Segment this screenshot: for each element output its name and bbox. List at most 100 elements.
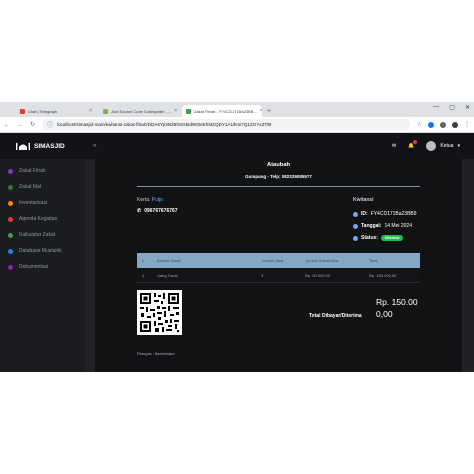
close-tab-icon[interactable]: × — [260, 108, 262, 114]
mail-icon[interactable]: ✉ — [392, 143, 396, 149]
zakat-fitrah-icon — [8, 168, 13, 174]
table-row: 1 Uang Tunai 3 Rp. 50.000,00 Rp. 150.000… — [137, 268, 420, 283]
back-icon[interactable]: ← — [4, 122, 10, 128]
table-cell: Rp. 50.000,00 — [305, 272, 331, 278]
donor-name: Puijo — [151, 197, 163, 203]
favicon-icon — [186, 108, 191, 114]
receipt-id-row: ID: FY4CD171Ba23BB9 — [353, 208, 417, 220]
close-tab-icon[interactable]: × — [89, 108, 92, 114]
column-header: Total — [369, 258, 378, 263]
organization-name: Ataubah — [266, 162, 291, 168]
column-header: Bentuk Zakat — [157, 258, 181, 263]
bookmark-star-icon[interactable]: ☆ — [417, 121, 422, 128]
user-menu[interactable]: Ketua ▾ — [426, 141, 460, 151]
tab-strip: Chat | Telegraph × Jual Source Code Code… — [0, 102, 474, 117]
donor-line: Kerta: Puijo — [137, 197, 163, 203]
column-header: # — [142, 258, 145, 263]
bullet-icon — [353, 223, 358, 229]
sidebar-item-mustahik[interactable]: Database Mustahik — [0, 243, 85, 259]
chevron-down-icon: ▾ — [457, 143, 460, 149]
sidebar-item-dokumentasi[interactable]: Dokumentasi — [0, 259, 85, 275]
calendar-icon — [8, 216, 13, 222]
sidebar-item-label: Zakat Fitrah — [19, 168, 46, 174]
reload-icon[interactable]: ↻ — [30, 121, 35, 128]
avatar — [426, 141, 437, 151]
sidebar-item-label: Dokumentasi — [19, 264, 49, 270]
phone-icon: ✆ — [137, 208, 142, 214]
url-field[interactable]: ⓘ localhost/simasjid-main/kwitansi-zakat… — [42, 119, 410, 130]
sidebar-item-label: Agenda Kegiatan — [19, 216, 58, 222]
sidebar-toggle-button[interactable]: « — [93, 143, 96, 149]
minimize-button[interactable]: — — [433, 104, 439, 111]
receipt-date-label: Tanggal: — [361, 223, 382, 229]
tab-title: Chat | Telegraph — [28, 108, 58, 114]
donor-label: Kerta: — [137, 197, 152, 203]
column-header: Jumlah Jiwa — [261, 258, 284, 263]
receipt-status-label: Status: — [361, 235, 378, 241]
bullet-icon — [353, 235, 358, 241]
app-topbar: SIMASJID « ✉ 🔔 Ketua ▾ — [0, 133, 474, 159]
window-controls: — ▢ ✕ — [433, 104, 470, 111]
browser-tab-active[interactable]: Zakat Fitrah - FY4CD171Ba23BB... × — [182, 105, 262, 117]
profile-icon[interactable] — [452, 121, 458, 128]
notification-badge — [413, 140, 418, 144]
toolbar-extensions: ☆ ⋮ — [417, 121, 470, 128]
favicon-icon — [103, 108, 108, 114]
inventory-icon — [8, 200, 13, 206]
notification-button[interactable]: 🔔 — [408, 140, 418, 149]
officer-line: Petugas : Bendahara — [137, 351, 175, 356]
sidebar-item-zakat-fitrah[interactable]: Zakat Fitrah — [0, 163, 85, 179]
app-root: SIMASJID « ✉ 🔔 Ketua ▾ Zakat Fitrah Zaka… — [0, 133, 474, 372]
column-header: Jumlah Zakat/Jiwa — [305, 258, 339, 263]
mosque-logo-icon — [16, 142, 30, 150]
user-name: Ketua — [440, 143, 454, 149]
favicon-icon — [20, 108, 25, 114]
sidebar: Zakat Fitrah Zakat Mal Inventarisasi Age… — [0, 159, 85, 372]
extension-icon[interactable] — [428, 121, 434, 128]
sidebar-item-label: Kalkulator Zakat — [19, 232, 56, 238]
brand-name: SIMASJID — [34, 142, 65, 150]
phone-number: 096767676767 — [144, 208, 178, 214]
address-bar: ← → ↻ ⓘ localhost/simasjid-main/kwitansi… — [0, 117, 474, 133]
sidebar-item-kalkulator[interactable]: Kalkulator Zakat — [0, 227, 85, 243]
forward-icon[interactable]: → — [17, 122, 23, 128]
database-icon — [8, 248, 13, 254]
calculator-icon — [8, 232, 13, 238]
sidebar-item-label: Zakat Mal — [19, 184, 41, 190]
table-cell: 3 — [261, 272, 264, 278]
donor-phone: ✆ 096767676767 — [137, 208, 178, 214]
total-label: Total Dibayar/Diterima — [309, 313, 362, 319]
sidebar-item-label: Database Mustahik — [19, 248, 62, 254]
new-tab-button[interactable]: + — [267, 108, 271, 115]
receipt-date-row: Tanggal: 14 Mei 2024 — [353, 220, 417, 232]
maximize-button[interactable]: ▢ — [449, 104, 455, 111]
qr-code — [137, 290, 182, 335]
sidebar-item-inventarisasi[interactable]: Inventarisasi — [0, 195, 85, 211]
zakat-table: # Bentuk Zakat Jumlah Jiwa Jumlah Zakat/… — [137, 253, 420, 283]
site-info-icon[interactable]: ⓘ — [47, 120, 53, 129]
receipt-id-value: FY4CD171Ba23BB9 — [370, 211, 417, 217]
brand[interactable]: SIMASJID — [0, 142, 85, 150]
url-text: localhost/simasjid-main/kwitansi-zakat-f… — [57, 122, 272, 127]
table-cell: Uang Tunai — [157, 272, 178, 278]
receipt-info: Kwitansi ID: FY4CD171Ba23BB9 Tanggal: 14… — [353, 197, 417, 244]
sidebar-item-zakat-mal[interactable]: Zakat Mal — [0, 179, 85, 195]
topbar-actions: ✉ 🔔 Ketua ▾ — [392, 140, 474, 151]
browser-tab[interactable]: Chat | Telegraph × — [16, 105, 96, 117]
divider — [137, 186, 420, 187]
close-window-button[interactable]: ✕ — [465, 104, 470, 111]
receipt-date-value: 14 Mei 2024 — [384, 223, 412, 229]
documentation-icon — [8, 264, 13, 270]
receipt-panel: Ataubah Gumpang - Telp: 082329085577 Ker… — [95, 159, 462, 372]
table-cell: 1 — [142, 272, 145, 278]
close-tab-icon[interactable]: × — [174, 108, 177, 114]
zakat-mal-icon — [8, 184, 13, 190]
browser-tab[interactable]: Jual Source Code Codeigniter - ... × — [99, 105, 179, 117]
sidebar-item-agenda[interactable]: Agenda Kegiatan — [0, 211, 85, 227]
more-menu-icon[interactable]: ⋮ — [464, 121, 470, 128]
organization-address: Gumpang - Telp: 082329085577 — [245, 174, 312, 179]
receipt-status-row: Status: Diterima — [353, 232, 417, 244]
extension-icon[interactable] — [440, 121, 446, 128]
table-header: # Bentuk Zakat Jumlah Jiwa Jumlah Zakat/… — [137, 253, 420, 268]
tab-title: Jual Source Code Codeigniter - ... — [111, 108, 172, 114]
